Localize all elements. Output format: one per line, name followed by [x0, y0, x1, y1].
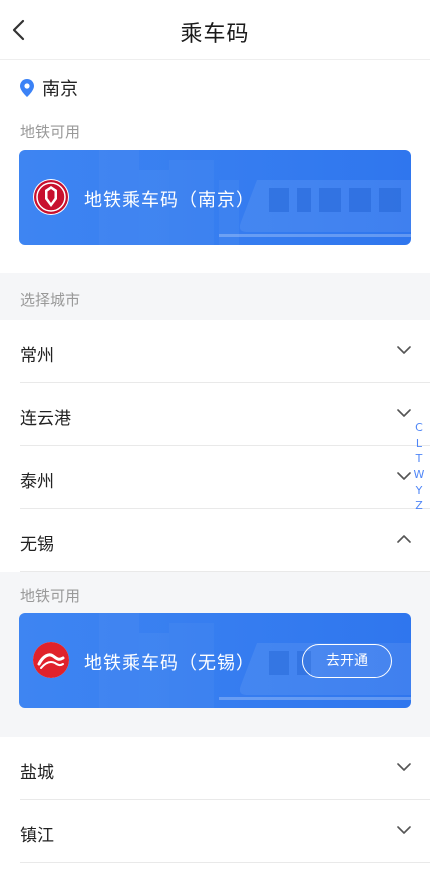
index-letter-t[interactable]: T — [413, 451, 425, 467]
nanjing-metro-card[interactable]: 地铁乘车码（南京） — [19, 150, 411, 245]
nanjing-metro-logo-icon — [33, 179, 69, 215]
index-letter-c[interactable]: C — [413, 420, 425, 436]
wuxi-card-label: 地铁乘车码（无锡） — [84, 653, 255, 674]
chevron-up-icon — [397, 535, 411, 543]
city-row-lianyungang[interactable]: 连云港 — [0, 383, 430, 446]
row-divider — [20, 862, 430, 863]
nav-bar: 乘车码 — [0, 0, 430, 60]
wuxi-metro-card[interactable]: 地铁乘车码（无锡） 去开通 — [19, 613, 411, 708]
chevron-down-icon — [397, 763, 411, 771]
app-root: 乘车码 南京 地铁可用 地铁乘车码（南京） 选择城市 常州 连云港 泰州 无锡 … — [0, 0, 430, 896]
metro-available-label: 地铁可用 — [20, 123, 81, 141]
city-name: 连云港 — [20, 409, 71, 429]
wuxi-metro-available-label: 地铁可用 — [20, 587, 81, 605]
city-name: 盐城 — [20, 763, 54, 783]
nanjing-card-label: 地铁乘车码（南京） — [84, 190, 255, 211]
city-name: 泰州 — [20, 472, 54, 492]
index-letter-z[interactable]: Z — [413, 498, 425, 514]
current-location: 南京 — [20, 76, 78, 100]
index-letter-y[interactable]: Y — [413, 483, 425, 499]
index-letter-w[interactable]: W — [413, 467, 425, 483]
page-title: 乘车码 — [180, 22, 250, 47]
city-row-changzhou[interactable]: 常州 — [0, 320, 430, 383]
alphabet-index-bar[interactable]: C L T W Y Z — [413, 420, 425, 514]
map-pin-icon — [20, 79, 34, 97]
city-row-zhenjiang[interactable]: 镇江 — [0, 800, 430, 863]
city-name: 无锡 — [20, 535, 54, 555]
activate-button[interactable]: 去开通 — [302, 644, 392, 678]
select-city-header: 选择城市 — [0, 273, 430, 320]
chevron-down-icon — [397, 346, 411, 354]
city-row-taizhou[interactable]: 泰州 — [0, 446, 430, 509]
current-city: 南京 — [42, 79, 78, 100]
wuxi-metro-logo-icon — [33, 642, 69, 678]
city-name: 常州 — [20, 346, 54, 366]
chevron-down-icon — [397, 472, 411, 480]
city-row-wuxi[interactable]: 无锡 — [0, 509, 430, 572]
city-name: 镇江 — [20, 826, 54, 846]
chevron-down-icon — [397, 409, 411, 417]
chevron-down-icon — [397, 826, 411, 834]
index-letter-l[interactable]: L — [413, 436, 425, 452]
city-row-yancheng[interactable]: 盐城 — [0, 737, 430, 800]
select-city-label: 选择城市 — [20, 291, 81, 309]
